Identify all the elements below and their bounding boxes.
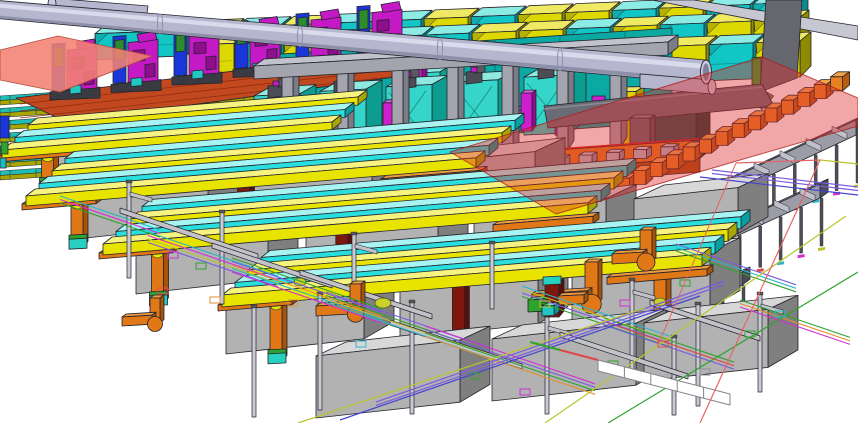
edge-equipment bbox=[0, 116, 9, 138]
robot-foot bbox=[131, 78, 142, 87]
robot-body-panel bbox=[377, 20, 389, 32]
cad-viewport[interactable] bbox=[0, 0, 858, 423]
band-leg bbox=[820, 198, 823, 246]
band-leg bbox=[779, 217, 782, 261]
floor-pole bbox=[490, 243, 494, 309]
post-cap bbox=[543, 276, 561, 285]
cabinet-top-robot-accent bbox=[471, 67, 477, 72]
floor-pole bbox=[410, 302, 414, 414]
robot-body-panel bbox=[206, 56, 216, 70]
robot-body-panel bbox=[145, 64, 155, 78]
pole-cap bbox=[629, 278, 635, 281]
column-band bbox=[268, 349, 286, 354]
pole-cap bbox=[219, 210, 225, 213]
pole-cap bbox=[351, 232, 357, 235]
cabinet-magenta-slab bbox=[532, 90, 536, 131]
floor-pole bbox=[758, 294, 762, 392]
floor-pole bbox=[545, 316, 549, 414]
pole-cap bbox=[409, 300, 415, 303]
pole-cap bbox=[489, 241, 495, 244]
column-band bbox=[69, 234, 87, 239]
robot-body-panel bbox=[194, 42, 206, 54]
edge-equipment bbox=[0, 158, 6, 168]
pole-cap bbox=[695, 302, 701, 305]
orange-elbow-joint bbox=[148, 317, 163, 332]
floor-fitting bbox=[210, 297, 220, 303]
robot-foot bbox=[192, 70, 203, 79]
floor-tick bbox=[820, 160, 858, 164]
floor-pole bbox=[252, 307, 256, 417]
floor-speck bbox=[818, 247, 825, 251]
edge-equipment bbox=[1, 142, 8, 154]
orange-elbow-joint bbox=[637, 253, 655, 271]
cabinet-top-robot-accent bbox=[273, 81, 279, 86]
pole-cap bbox=[251, 305, 257, 308]
scene-canvas bbox=[0, 0, 858, 423]
band-leg bbox=[835, 145, 838, 191]
pipe-cap-disc bbox=[375, 298, 391, 308]
robot-screen bbox=[359, 10, 368, 30]
band-leg bbox=[759, 226, 762, 267]
cabinet-magenta-slab bbox=[521, 93, 532, 131]
floor-speck bbox=[798, 254, 805, 258]
pole-cap bbox=[126, 180, 132, 183]
